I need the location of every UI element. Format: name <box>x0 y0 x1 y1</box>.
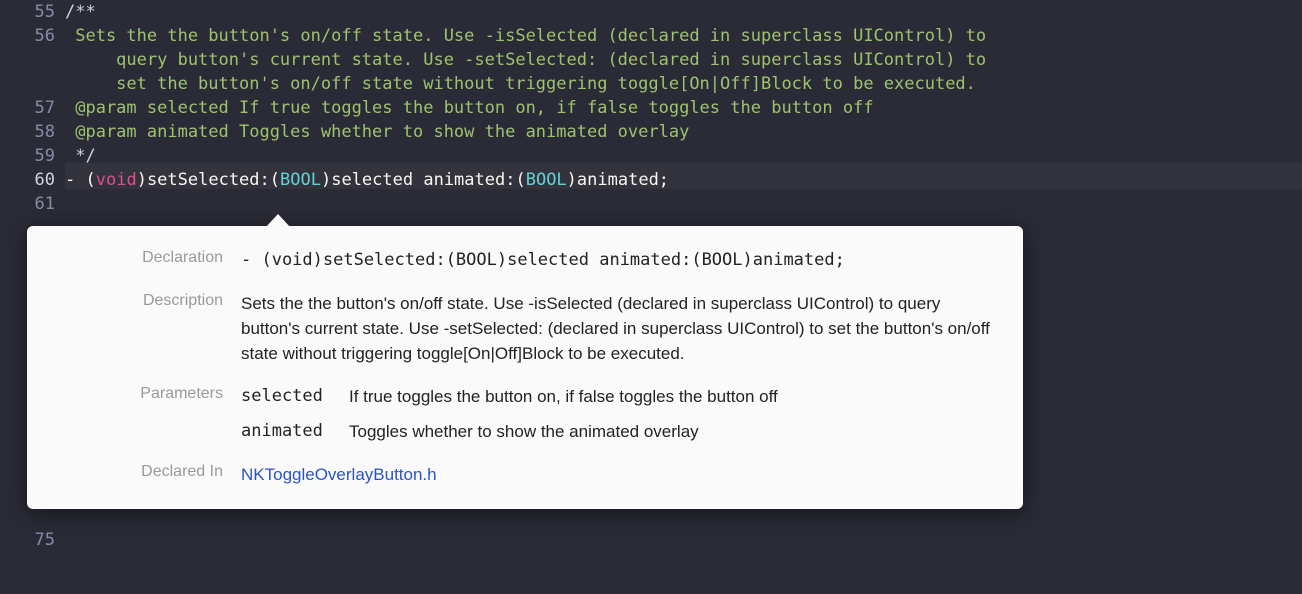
arg-name: selected <box>331 170 423 190</box>
doc-comment: /** <box>65 2 96 22</box>
code-line[interactable]: @param selected If true toggles the butt… <box>65 96 1302 120</box>
token: ( <box>515 170 525 190</box>
line-number[interactable]: 61 <box>0 192 65 216</box>
line-number[interactable]: 59 <box>0 144 65 168</box>
description-value[interactable]: Sets the the button's on/off state. Use … <box>241 291 997 366</box>
parameter-desc[interactable]: Toggles whether to show the animated ove… <box>349 419 699 444</box>
line-number[interactable]: 58 <box>0 120 65 144</box>
parameter-desc[interactable]: If true toggles the button on, if false … <box>349 384 778 409</box>
doc-comment: */ <box>65 146 96 166</box>
parameters-row: Parameters selected If true toggles the … <box>49 384 997 444</box>
code-line[interactable]: set the button's on/off state without tr… <box>65 72 1302 96</box>
doc-comment: set the button's on/off state without tr… <box>65 74 976 94</box>
token: ) <box>137 170 147 190</box>
type-bool: BOOL <box>280 170 321 190</box>
description-row: Description Sets the the button's on/off… <box>49 291 997 366</box>
parameters-value: selected If true toggles the button on, … <box>241 384 997 444</box>
line-number-current[interactable]: 60 <box>0 168 65 192</box>
arg-name: animated; <box>577 170 669 190</box>
doc-comment: @param selected If true toggles the butt… <box>65 98 874 118</box>
code-line-current[interactable]: - (void)setSelected:(BOOL)selected anima… <box>65 168 1302 192</box>
code-line[interactable]: Sets the the button's on/off state. Use … <box>65 24 1302 48</box>
wrapped-line-spacer <box>0 48 65 96</box>
code-area[interactable]: /** Sets the the button's on/off state. … <box>65 0 1302 192</box>
token: ( <box>85 170 95 190</box>
token: ) <box>321 170 331 190</box>
doc-comment: Sets the the button's on/off state. Use … <box>65 26 996 46</box>
parameter-item: animated Toggles whether to show the ani… <box>241 419 997 444</box>
line-number[interactable]: 57 <box>0 96 65 120</box>
description-label: Description <box>49 291 241 310</box>
line-number[interactable]: 55 <box>0 0 65 24</box>
doc-comment: @param animated Toggles whether to show … <box>65 122 689 142</box>
declaration-value[interactable]: - (void)setSelected:(BOOL)selected anima… <box>241 248 997 273</box>
token: ( <box>270 170 280 190</box>
quick-help-popover[interactable]: Declaration - (void)setSelected:(BOOL)se… <box>27 226 1023 509</box>
token: - <box>65 170 85 190</box>
declared-in-row: Declared In NKToggleOverlayButton.h <box>49 462 997 487</box>
doc-comment: query button's current state. Use -setSe… <box>65 50 996 70</box>
parameters-label: Parameters <box>49 384 241 403</box>
popover-arrow <box>265 214 291 228</box>
method-name: animated: <box>423 170 515 190</box>
keyword-void: void <box>96 170 137 190</box>
declaration-label: Declaration <box>49 248 241 267</box>
parameter-item: selected If true toggles the button on, … <box>241 384 997 409</box>
line-number[interactable]: 75 <box>0 528 65 552</box>
token: ) <box>567 170 577 190</box>
editor: 55 56 57 58 59 60 61 75 /** Sets the the… <box>0 0 1302 594</box>
code-line[interactable]: /** <box>65 0 1302 24</box>
method-name: setSelected: <box>147 170 270 190</box>
code-line[interactable]: */ <box>65 144 1302 168</box>
type-bool: BOOL <box>526 170 567 190</box>
declaration-row: Declaration - (void)setSelected:(BOOL)se… <box>49 248 997 273</box>
parameter-name[interactable]: animated <box>241 419 349 444</box>
code-line[interactable]: query button's current state. Use -setSe… <box>65 48 1302 72</box>
line-number[interactable]: 56 <box>0 24 65 48</box>
parameter-name[interactable]: selected <box>241 384 349 409</box>
declared-in-label: Declared In <box>49 462 241 481</box>
code-line[interactable]: @param animated Toggles whether to show … <box>65 120 1302 144</box>
declared-in-link[interactable]: NKToggleOverlayButton.h <box>241 465 437 484</box>
